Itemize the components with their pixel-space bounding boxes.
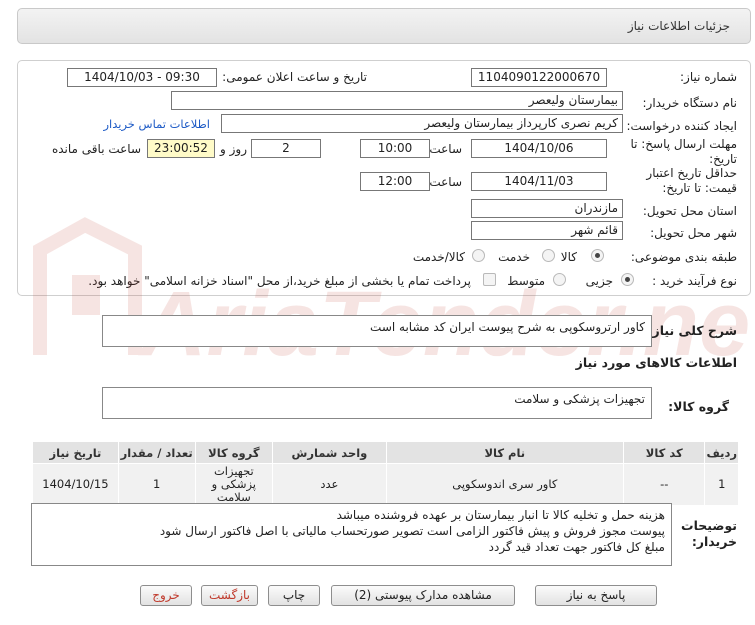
items-table: ردیف کد کالا نام کالا واحد شمارش گروه کا… <box>32 441 739 506</box>
city-label: شهر محل تحویل: <box>650 226 737 240</box>
cell-row: 1 <box>704 463 739 506</box>
process-label: نوع فرآیند خرید : <box>652 274 737 288</box>
validity-time-field: 12:00 <box>360 172 430 191</box>
city-field: قائم شهر <box>471 221 623 240</box>
buyer-contact-link[interactable]: اطلاعات تماس خریدار <box>103 117 210 131</box>
page-title: جزئیات اطلاعات نیاز <box>627 19 730 33</box>
remaining-time-label: ساعت باقی مانده <box>51 142 141 156</box>
deadline-date-field: 1404/10/06 <box>471 139 607 158</box>
category-goods-radio[interactable] <box>591 249 604 262</box>
process-partial-radio[interactable] <box>621 273 634 286</box>
announce-date-label: تاریخ و ساعت اعلان عمومی: <box>222 70 367 84</box>
buyer-notes-field: هزینه حمل و تخلیه کالا تا انبار بیمارستا… <box>31 503 672 566</box>
deadline-time-label: ساعت <box>429 142 462 156</box>
province-field: مازندران <box>471 199 623 218</box>
col-code: کد کالا <box>622 441 706 464</box>
cell-name: کاور سری اندوسکوپی <box>385 463 624 506</box>
need-number-field: 1104090122000670 <box>471 68 607 87</box>
view-attachments-button[interactable]: مشاهده مدارک پیوستی (2) <box>331 585 515 606</box>
col-group: گروه کالا <box>194 441 274 464</box>
back-button[interactable]: بازگشت <box>201 585 258 606</box>
goods-group-label: گروه کالا: <box>668 399 729 414</box>
process-partial-label: جزیی <box>585 274 613 288</box>
category-label: طبقه بندی موضوعی: <box>630 250 737 264</box>
page-header: جزئیات اطلاعات نیاز <box>17 8 751 44</box>
creator-label: ایجاد کننده درخواست: <box>626 119 737 133</box>
category-service-radio[interactable] <box>542 249 555 262</box>
buyer-org-label: نام دستگاه خریدار: <box>642 96 738 110</box>
col-qty: تعداد / مقدار <box>117 441 196 464</box>
cell-unit: عدد <box>272 463 387 506</box>
days-remaining-field: 2 <box>251 139 321 158</box>
summary-label: شرح کلی نیاز: <box>647 323 737 338</box>
creator-field: کریم نصری کارپرداز بیمارستان ولیعصر <box>221 114 623 133</box>
goods-group-field: تجهیزات پزشکی و سلامت <box>102 387 652 419</box>
category-goods-service-radio[interactable] <box>472 249 485 262</box>
col-need-date: تاریخ نیاز <box>32 441 119 464</box>
deadline-time-field: 10:00 <box>360 139 430 158</box>
validity-time-label: ساعت <box>429 175 462 189</box>
treasury-payment-note: پرداخت تمام یا بخشی از مبلغ خرید،از محل … <box>88 274 471 288</box>
validity-label: حداقل تاریخ اعتبار قیمت: تا تاریخ: <box>646 166 737 195</box>
goods-info-title: اطلاعات کالاهای مورد نیاز <box>575 355 737 370</box>
col-row: ردیف <box>704 441 739 464</box>
need-number-label: شماره نیاز: <box>680 70 737 84</box>
cell-need-date: 1404/10/15 <box>32 463 119 506</box>
cell-group: تجهیزات پزشکی و سلامت <box>194 463 274 506</box>
table-row: 1 -- کاور سری اندوسکوپی عدد تجهیزات پزشک… <box>32 463 739 506</box>
cell-qty: 1 <box>117 463 196 506</box>
process-medium-radio[interactable] <box>553 273 566 286</box>
days-label: روز و <box>220 142 247 156</box>
buyer-org-field: بیمارستان ولیعصر <box>171 91 623 110</box>
province-label: استان محل تحویل: <box>642 204 737 218</box>
deadline-label: مهلت ارسال پاسخ: تا تاریخ: <box>630 137 737 166</box>
cell-code: -- <box>622 463 706 506</box>
buyer-note-line: پیوست مجوز فروش و پیش فاکتور الزامی است … <box>159 524 665 538</box>
treasury-payment-checkbox[interactable] <box>483 273 496 286</box>
col-unit: واحد شمارش <box>272 441 387 464</box>
category-service-label: خدمت <box>498 250 530 264</box>
category-goods-label: کالا <box>560 250 577 264</box>
exit-button[interactable]: خروج <box>140 585 192 606</box>
validity-date-field: 1404/11/03 <box>471 172 607 191</box>
reply-button[interactable]: پاسخ به نیاز <box>535 585 657 606</box>
announce-date-field: 1404/10/03 - 09:30 <box>67 68 217 87</box>
buyer-note-line: مبلغ کل فاکتور جهت تعداد قید گردد <box>488 540 665 554</box>
remaining-time-field: 23:00:52 <box>147 139 215 158</box>
items-table-header: ردیف کد کالا نام کالا واحد شمارش گروه کا… <box>32 441 739 464</box>
buyer-note-line: هزینه حمل و تخلیه کالا تا انبار بیمارستا… <box>336 508 665 522</box>
col-name: نام کالا <box>385 441 624 464</box>
summary-field: کاور ارتروسکوپی به شرح پیوست ایران کد مش… <box>102 315 652 347</box>
print-button[interactable]: چاپ <box>268 585 320 606</box>
category-goods-service-label: کالا/خدمت <box>412 250 465 264</box>
process-medium-label: متوسط <box>507 274 545 288</box>
buyer-notes-label: توضیحات خریدار: <box>681 518 737 549</box>
